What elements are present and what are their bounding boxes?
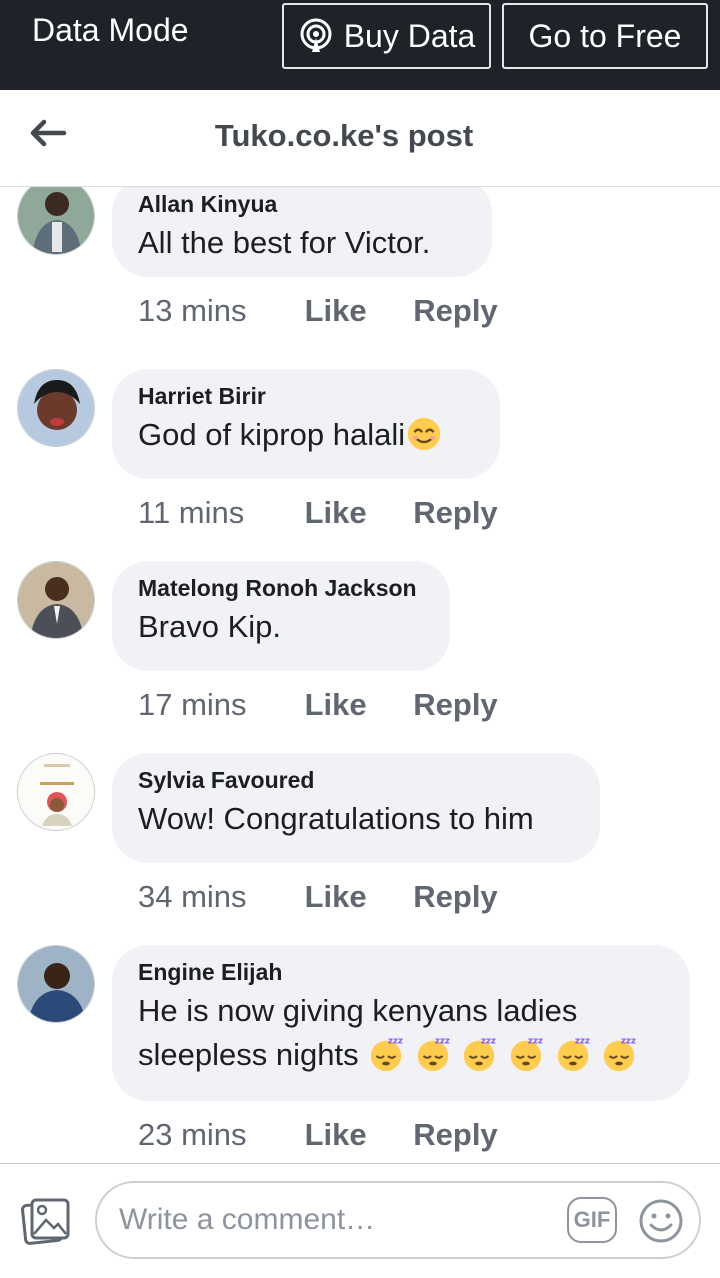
like-button[interactable]: Like — [305, 293, 405, 329]
avatar[interactable] — [17, 945, 95, 1023]
comment-actions: 11 mins Like Reply — [138, 495, 498, 531]
like-button[interactable]: Like — [305, 879, 405, 915]
avatar[interactable] — [17, 561, 95, 639]
sleeping-face-icon — [414, 1035, 452, 1073]
comment-text-line-2: sleepless nights — [138, 1033, 664, 1077]
comments-list: Allan Kinyua All the best for Victor. 13… — [0, 187, 720, 1163]
avatar[interactable] — [17, 187, 95, 255]
comment-placeholder: Write a comment… — [119, 1203, 376, 1236]
comment-author[interactable]: Allan Kinyua — [138, 189, 466, 219]
comment-author[interactable]: Matelong Ronoh Jackson — [138, 573, 424, 603]
comment-time: 34 mins — [138, 879, 247, 914]
comment-text-line-1: He is now giving kenyans ladies — [138, 993, 578, 1028]
avatar[interactable] — [17, 753, 95, 831]
comment-text: He is now giving kenyans ladies sleeples… — [138, 989, 664, 1077]
comment-bubble: Engine Elijah He is now giving kenyans l… — [112, 945, 690, 1101]
sleeping-face-icon — [554, 1035, 592, 1073]
comment-author[interactable]: Engine Elijah — [138, 957, 664, 987]
comment-bubble: Allan Kinyua All the best for Victor. — [112, 187, 492, 277]
reply-button[interactable]: Reply — [413, 687, 497, 723]
comment-time: 13 mins — [138, 293, 247, 328]
comment-bubble: Matelong Ronoh Jackson Bravo Kip. — [112, 561, 450, 671]
data-mode-label: Data Mode — [32, 12, 189, 48]
comment-actions: 34 mins Like Reply — [138, 879, 498, 915]
sleeping-face-icon — [460, 1035, 498, 1073]
sleeping-face-icon — [367, 1035, 405, 1073]
comment-time: 17 mins — [138, 687, 247, 722]
comment-text: Wow! Congratulations to him — [138, 801, 534, 836]
reply-button[interactable]: Reply — [413, 1117, 497, 1153]
comment-bubble: Harriet Birir God of kiprop halali — [112, 369, 500, 479]
reply-button[interactable]: Reply — [413, 495, 497, 531]
comment-actions: 17 mins Like Reply — [138, 687, 498, 723]
go-to-free-label: Go to Free — [528, 17, 682, 54]
smiling-face-icon — [407, 417, 441, 451]
comment-composer: Write a comment… GIF — [0, 1163, 720, 1278]
data-mode-bar: Data Mode Buy Data Go to Free — [0, 0, 720, 90]
avatar[interactable] — [17, 369, 95, 447]
comment-time: 11 mins — [138, 495, 245, 530]
page-title: Tuko.co.ke's post — [214, 118, 474, 153]
like-button[interactable]: Like — [305, 1117, 405, 1153]
sleeping-face-icon — [507, 1035, 545, 1073]
comment-text-line-2-text: sleepless nights — [138, 1037, 359, 1072]
go-to-free-button[interactable]: Go to Free — [502, 3, 708, 69]
sleeping-face-icon — [600, 1035, 638, 1073]
comment-text: All the best for Victor. — [138, 225, 431, 260]
comment-bubble: Sylvia Favoured Wow! Congratulations to … — [112, 753, 600, 863]
comment-time: 23 mins — [138, 1117, 247, 1152]
smiley-icon[interactable] — [637, 1197, 685, 1245]
broadcast-icon — [300, 18, 332, 52]
reply-button[interactable]: Reply — [413, 293, 497, 329]
comment-text: Bravo Kip. — [138, 609, 282, 644]
buy-data-button[interactable]: Buy Data — [282, 3, 491, 69]
reply-button[interactable]: Reply — [413, 879, 497, 915]
comment-input[interactable]: Write a comment… GIF — [95, 1181, 701, 1259]
comment-actions: 23 mins Like Reply — [138, 1117, 498, 1153]
comment-author[interactable]: Harriet Birir — [138, 381, 474, 411]
comment-text-line: God of kiprop halali — [138, 413, 474, 457]
like-button[interactable]: Like — [305, 687, 405, 723]
post-header: Tuko.co.ke's post — [0, 90, 720, 187]
like-button[interactable]: Like — [305, 495, 405, 531]
emoji-row — [367, 1037, 638, 1072]
comment-actions: 13 mins Like Reply — [138, 293, 498, 329]
photo-icon[interactable] — [20, 1196, 72, 1246]
gif-button[interactable]: GIF — [567, 1197, 617, 1243]
comment-text: God of kiprop halali — [138, 417, 406, 452]
buy-data-label: Buy Data — [343, 17, 476, 54]
comment-author[interactable]: Sylvia Favoured — [138, 765, 574, 795]
